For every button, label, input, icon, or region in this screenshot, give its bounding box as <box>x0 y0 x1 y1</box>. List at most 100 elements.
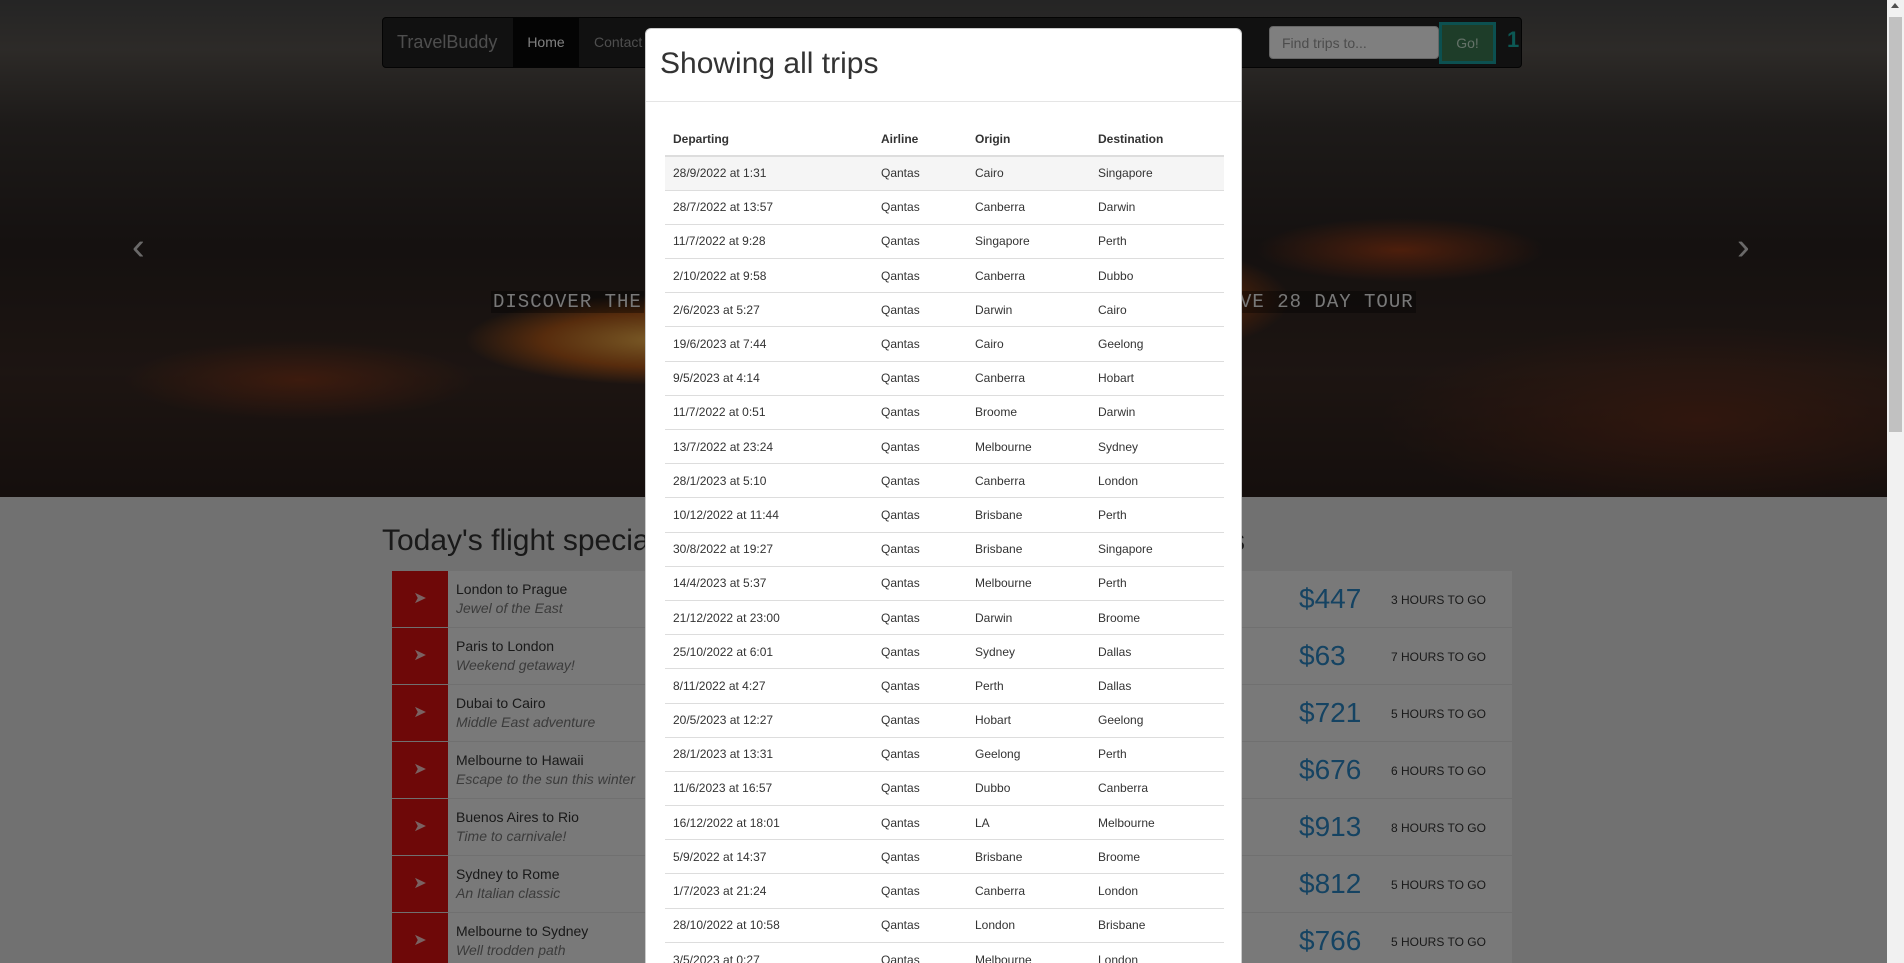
cell-airline: Qantas <box>873 565 967 601</box>
cell-origin: Canberra <box>967 189 1090 225</box>
table-row: 28/1/2023 at 13:31 Qantas Geelong Perth <box>665 736 1224 772</box>
cell-airline: Qantas <box>873 873 967 909</box>
table-row: 2/6/2023 at 5:27 Qantas Darwin Cairo <box>665 292 1224 327</box>
cell-airline: Qantas <box>873 599 967 635</box>
table-row: 28/10/2022 at 10:58 Qantas London Brisbane <box>665 907 1224 943</box>
cell-destination: Perth <box>1090 565 1224 601</box>
cell-origin: Cairo <box>967 326 1090 362</box>
cell-departing: 28/1/2023 at 5:10 <box>665 463 873 498</box>
cell-origin: Dubbo <box>967 770 1090 806</box>
cell-departing: 11/7/2022 at 0:51 <box>665 394 873 430</box>
cell-origin: Canberra <box>967 360 1090 396</box>
cell-origin: Hobart <box>967 702 1090 738</box>
cell-departing: 5/9/2022 at 14:37 <box>665 839 873 874</box>
cell-destination: Hobart <box>1090 360 1224 396</box>
cell-departing: 1/7/2023 at 21:24 <box>665 873 873 909</box>
cell-destination: Sydney <box>1090 428 1224 464</box>
cell-origin: Canberra <box>967 873 1090 909</box>
table-row: 11/7/2022 at 0:51 Qantas Broome Darwin <box>665 394 1224 430</box>
table-row: 28/9/2022 at 1:31 Qantas Cairo Singapore <box>665 156 1224 191</box>
table-row: 5/9/2022 at 14:37 Qantas Brisbane Broome <box>665 839 1224 874</box>
cell-destination: Geelong <box>1090 326 1224 362</box>
cell-destination: Geelong <box>1090 702 1224 738</box>
table-row: 30/8/2022 at 19:27 Qantas Brisbane Singapor… <box>665 531 1224 567</box>
cell-departing: 21/12/2022 at 23:00 <box>665 599 873 635</box>
cell-origin: Brisbane <box>967 497 1090 533</box>
table-row: 8/11/2022 at 4:27 Qantas Perth Dallas <box>665 668 1224 703</box>
cell-airline: Qantas <box>873 941 967 963</box>
cell-destination: Brisbane <box>1090 907 1224 943</box>
cell-origin: Darwin <box>967 292 1090 327</box>
cell-origin: Cairo <box>967 156 1090 191</box>
table-header-row: Departing Airline Origin Destination <box>665 123 1224 157</box>
cell-departing: 2/10/2022 at 9:58 <box>665 258 873 293</box>
cell-departing: 9/5/2023 at 4:14 <box>665 360 873 396</box>
cell-airline: Qantas <box>873 189 967 225</box>
cell-departing: 16/12/2022 at 18:01 <box>665 805 873 840</box>
table-row: 19/6/2023 at 7:44 Qantas Cairo Geelong <box>665 326 1224 362</box>
cell-destination: Broome <box>1090 599 1224 635</box>
cell-departing: 13/7/2022 at 23:24 <box>665 428 873 464</box>
cell-origin: Melbourne <box>967 941 1090 963</box>
cell-airline: Qantas <box>873 770 967 806</box>
cell-airline: Qantas <box>873 736 967 772</box>
scrollbar-thumb[interactable] <box>1889 17 1902 432</box>
cell-airline: Qantas <box>873 668 967 703</box>
cell-destination: Melbourne <box>1090 805 1224 840</box>
column-header-origin: Origin <box>967 123 1090 157</box>
cell-departing: 19/6/2023 at 7:44 <box>665 326 873 362</box>
scroll-up-icon[interactable] <box>1891 3 1899 8</box>
cell-origin: Canberra <box>967 463 1090 498</box>
cell-airline: Qantas <box>873 839 967 874</box>
cell-departing: 14/4/2023 at 5:37 <box>665 565 873 601</box>
cell-departing: 30/8/2022 at 19:27 <box>665 531 873 567</box>
table-row: 3/5/2023 at 0:27 Qantas Melbourne London <box>665 941 1224 963</box>
cell-departing: 28/1/2023 at 13:31 <box>665 736 873 772</box>
cell-destination: Perth <box>1090 497 1224 533</box>
cell-origin: LA <box>967 805 1090 840</box>
modal-header: Showing all trips <box>646 29 1241 102</box>
cell-destination: London <box>1090 941 1224 963</box>
cell-departing: 3/5/2023 at 0:27 <box>665 941 873 963</box>
cell-departing: 28/10/2022 at 10:58 <box>665 907 873 943</box>
cell-departing: 25/10/2022 at 6:01 <box>665 634 873 669</box>
cell-airline: Qantas <box>873 907 967 943</box>
table-row: 9/5/2023 at 4:14 Qantas Canberra Hobart <box>665 360 1224 396</box>
table-row: 10/12/2022 at 11:44 Qantas Brisbane Perth <box>665 497 1224 533</box>
cell-destination: London <box>1090 873 1224 909</box>
trips-modal: Showing all trips Departing Airline Orig… <box>645 28 1242 963</box>
cell-destination: Dallas <box>1090 634 1224 669</box>
cell-departing: 8/11/2022 at 4:27 <box>665 668 873 703</box>
table-row: 28/7/2022 at 13:57 Qantas Canberra Darwin <box>665 189 1224 225</box>
cell-airline: Qantas <box>873 805 967 840</box>
cell-airline: Qantas <box>873 292 967 327</box>
table-row: 25/10/2022 at 6:01 Qantas Sydney Dallas <box>665 634 1224 669</box>
cell-origin: London <box>967 907 1090 943</box>
cell-airline: Qantas <box>873 258 967 293</box>
page-scrollbar[interactable] <box>1887 0 1904 963</box>
cell-destination: Dallas <box>1090 668 1224 703</box>
cell-origin: Broome <box>967 394 1090 430</box>
cell-airline: Qantas <box>873 326 967 362</box>
cell-origin: Brisbane <box>967 531 1090 567</box>
cell-origin: Melbourne <box>967 428 1090 464</box>
cell-destination: Darwin <box>1090 394 1224 430</box>
modal-title: Showing all trips <box>660 47 879 80</box>
table-row: 13/7/2022 at 23:24 Qantas Melbourne Sydney <box>665 428 1224 464</box>
cell-airline: Qantas <box>873 428 967 464</box>
table-row: 20/5/2023 at 12:27 Qantas Hobart Geelong <box>665 702 1224 738</box>
cell-airline: Qantas <box>873 394 967 430</box>
column-header-destination: Destination <box>1090 123 1224 157</box>
cell-destination: Singapore <box>1090 156 1224 191</box>
cell-destination: Perth <box>1090 736 1224 772</box>
cell-airline: Qantas <box>873 531 967 567</box>
cell-origin: Perth <box>967 668 1090 703</box>
cell-origin: Canberra <box>967 258 1090 293</box>
cell-airline: Qantas <box>873 223 967 259</box>
table-row: 1/7/2023 at 21:24 Qantas Canberra London <box>665 873 1224 909</box>
cell-destination: Darwin <box>1090 189 1224 225</box>
table-row: 14/4/2023 at 5:37 Qantas Melbourne Perth <box>665 565 1224 601</box>
trips-table-body: 28/9/2022 at 1:31 Qantas Cairo Singapore 28/… <box>665 156 1224 963</box>
cell-airline: Qantas <box>873 497 967 533</box>
table-row: 21/12/2022 at 23:00 Qantas Darwin Broome <box>665 599 1224 635</box>
